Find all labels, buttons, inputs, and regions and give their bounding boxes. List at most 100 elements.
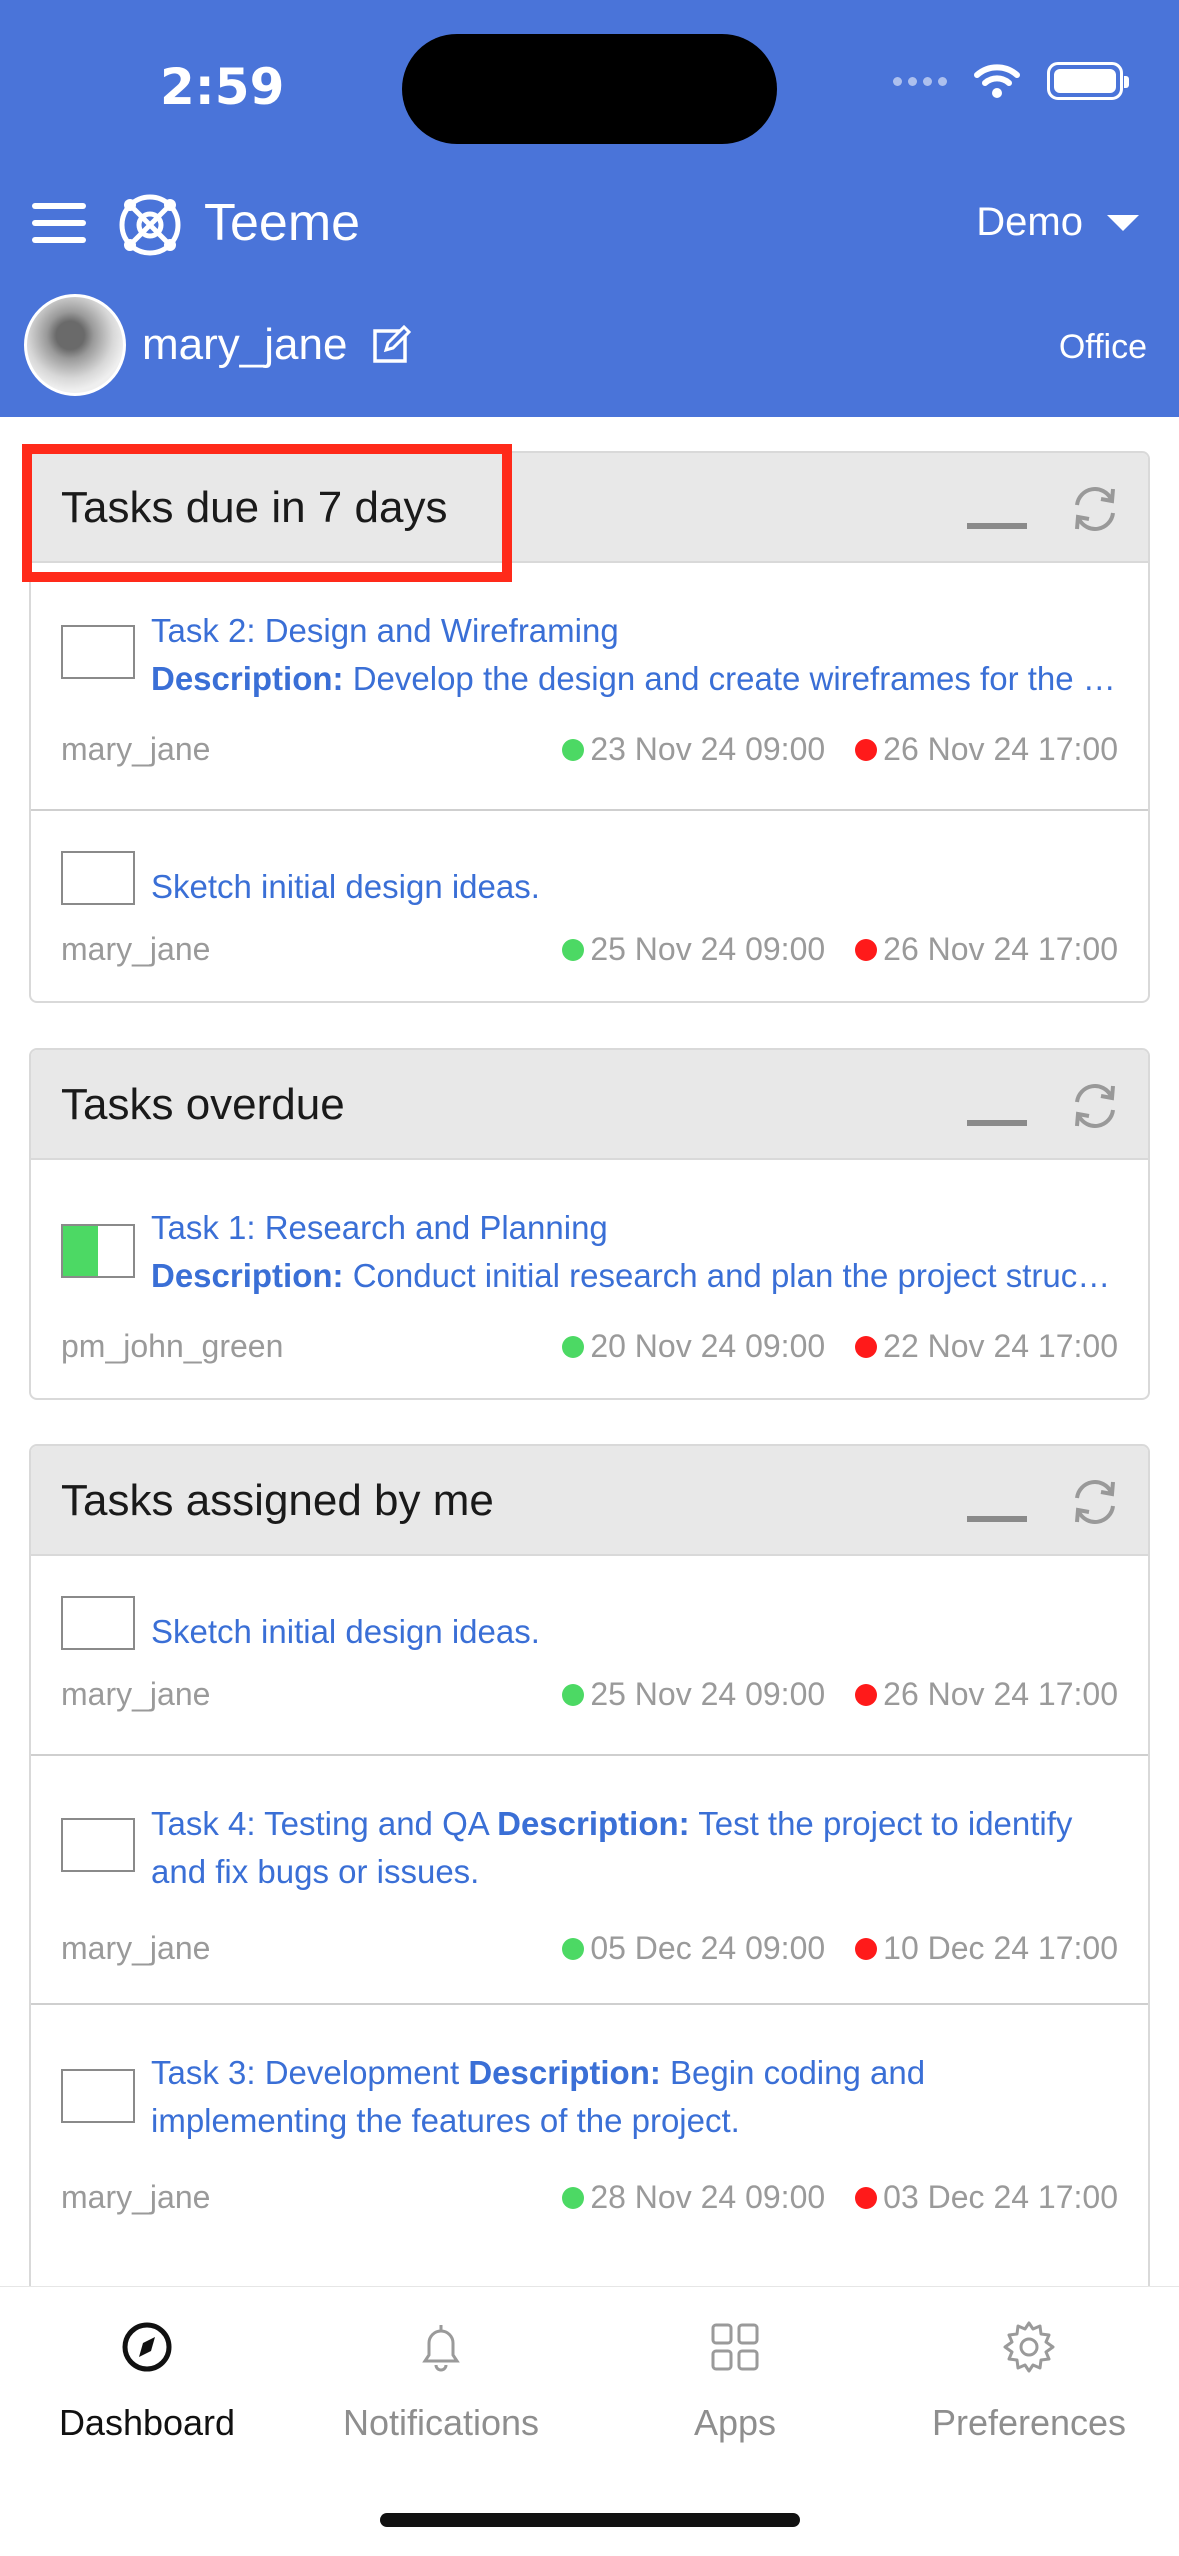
dynamic-island	[402, 34, 777, 144]
app-header: 2:59 Teeme Demo mary_jane Office	[0, 0, 1179, 417]
task-meta: mary_jane 28 Nov 24 09:00 03 Dec 24 17:0…	[61, 2179, 1118, 2216]
start-date-text: 28 Nov 24 09:00	[590, 2179, 826, 2215]
end-date: 10 Dec 24 17:00	[855, 1930, 1118, 1967]
grid-icon	[711, 2323, 759, 2371]
location-label: Office	[1058, 328, 1147, 366]
tab-label: Dashboard	[58, 2402, 236, 2443]
task-title-with-description[interactable]: Task 3: Development Description: Begin c…	[151, 2049, 1118, 2145]
chevron-down-icon	[1107, 214, 1139, 231]
start-date: 23 Nov 24 09:00	[562, 731, 825, 768]
username: mary_jane	[142, 320, 348, 369]
task-row[interactable]: Sketch initial design ideas. mary_jane 2…	[31, 811, 1148, 1001]
start-dot-icon	[562, 2186, 585, 2209]
start-date-text: 25 Nov 24 09:00	[590, 931, 826, 967]
task-description: Description: Conduct initial research an…	[151, 1252, 1118, 1300]
description-label: Description:	[468, 2054, 661, 2091]
description-text: Conduct initial research and plan the pr…	[352, 1257, 1118, 1294]
card-tasks-overdue: Tasks overdue Task 1: Research and Plann…	[29, 1048, 1150, 1400]
task-title[interactable]: Task 3: Development	[151, 2054, 459, 2091]
compass-icon	[122, 2322, 172, 2372]
task-user: mary_jane	[61, 931, 211, 967]
task-checkbox[interactable]	[61, 2069, 135, 2123]
minimize-button[interactable]	[967, 1516, 1027, 1522]
task-title[interactable]: Task 4: Testing and QA	[151, 1805, 488, 1842]
start-dot-icon	[562, 1683, 585, 1706]
task-user: mary_jane	[61, 2179, 211, 2215]
description-label: Description:	[151, 660, 344, 697]
end-date: 03 Dec 24 17:00	[855, 2179, 1118, 2216]
task-checkbox[interactable]	[61, 1596, 135, 1650]
start-date-text: 23 Nov 24 09:00	[590, 731, 826, 767]
end-date: 26 Nov 24 17:00	[855, 1676, 1118, 1713]
status-icons	[893, 62, 1129, 100]
end-date-text: 26 Nov 24 17:00	[883, 731, 1118, 767]
minimize-button[interactable]	[967, 1120, 1027, 1126]
app-title: Teeme	[204, 194, 361, 252]
tab-label: Notifications	[342, 2402, 540, 2443]
task-user: mary_jane	[61, 731, 211, 767]
tab-label: Preferences	[931, 2402, 1127, 2443]
task-title[interactable]: Sketch initial design ideas.	[151, 1608, 1118, 1656]
signal-icon	[893, 76, 947, 86]
refresh-icon[interactable]	[1069, 1476, 1121, 1528]
minimize-button[interactable]	[967, 523, 1027, 529]
end-dot-icon	[855, 1683, 878, 1706]
start-date-text: 25 Nov 24 09:00	[590, 1676, 826, 1712]
refresh-icon[interactable]	[1069, 1080, 1121, 1132]
task-user: mary_jane	[61, 1930, 211, 1966]
end-date-text: 03 Dec 24 17:00	[883, 2179, 1118, 2215]
card-title: Tasks overdue	[61, 1080, 345, 1129]
start-date: 20 Nov 24 09:00	[562, 1328, 825, 1365]
task-title[interactable]: Sketch initial design ideas.	[151, 863, 1118, 911]
end-date-text: 22 Nov 24 17:00	[883, 1328, 1118, 1364]
task-row[interactable]: Task 3: Development Description: Begin c…	[31, 2005, 1148, 2255]
tab-preferences[interactable]: Preferences	[882, 2317, 1176, 2444]
task-meta: mary_jane 25 Nov 24 09:00 26 Nov 24 17:0…	[61, 931, 1118, 968]
start-dot-icon	[562, 938, 585, 961]
task-checkbox[interactable]	[61, 1224, 135, 1278]
card-tasks-assigned: Tasks assigned by me Sketch initial desi…	[29, 1444, 1150, 2286]
menu-button[interactable]	[32, 203, 86, 243]
status-time: 2:59	[160, 58, 285, 116]
start-date: 05 Dec 24 09:00	[562, 1930, 825, 1967]
start-date-text: 20 Nov 24 09:00	[590, 1328, 826, 1364]
description-label: Description:	[151, 1257, 344, 1294]
start-dot-icon	[562, 1937, 585, 1960]
description-label: Description:	[497, 1805, 690, 1842]
task-row[interactable]: Task 2: Design and Wireframing Descripti…	[31, 563, 1148, 811]
refresh-icon[interactable]	[1069, 483, 1121, 535]
task-row[interactable]: Task 4: Testing and QA Description: Test…	[31, 1756, 1148, 2005]
task-row[interactable]: Sketch initial design ideas. mary_jane 2…	[31, 1556, 1148, 1756]
card-header: Tasks overdue	[31, 1050, 1148, 1160]
start-date: 25 Nov 24 09:00	[562, 1676, 825, 1713]
home-indicator	[380, 2513, 800, 2527]
task-checkbox[interactable]	[61, 625, 135, 679]
end-dot-icon	[855, 1937, 878, 1960]
tab-apps[interactable]: Apps	[588, 2317, 882, 2444]
workspace-dropdown[interactable]: Demo	[976, 200, 1139, 245]
tab-notifications[interactable]: Notifications	[294, 2317, 588, 2444]
task-user: pm_john_green	[61, 1328, 284, 1364]
task-title[interactable]: Task 1: Research and Planning	[151, 1204, 1118, 1252]
task-title-with-description[interactable]: Task 4: Testing and QA Description: Test…	[151, 1800, 1118, 1896]
start-date: 25 Nov 24 09:00	[562, 931, 825, 968]
task-title[interactable]: Task 2: Design and Wireframing	[151, 607, 1118, 655]
end-date-text: 10 Dec 24 17:00	[883, 1930, 1118, 1966]
task-meta: mary_jane 23 Nov 24 09:00 26 Nov 24 17:0…	[61, 731, 1118, 768]
tab-dashboard[interactable]: Dashboard	[0, 2317, 294, 2444]
start-dot-icon	[562, 738, 585, 761]
task-meta: pm_john_green 20 Nov 24 09:00 22 Nov 24 …	[61, 1328, 1118, 1365]
task-checkbox[interactable]	[61, 851, 135, 905]
start-dot-icon	[562, 1335, 585, 1358]
highlight-box	[22, 444, 512, 582]
edit-icon[interactable]	[372, 324, 412, 364]
end-date: 22 Nov 24 17:00	[855, 1328, 1118, 1365]
task-checkbox[interactable]	[61, 1818, 135, 1872]
task-description: Description: Develop the design and crea…	[151, 655, 1118, 703]
teeme-logo-icon	[119, 194, 181, 256]
task-row[interactable]: Task 1: Research and Planning Descriptio…	[31, 1160, 1148, 1398]
task-user: mary_jane	[61, 1676, 211, 1712]
avatar[interactable]	[24, 294, 126, 396]
end-date-text: 26 Nov 24 17:00	[883, 1676, 1118, 1712]
workspace-label: Demo	[976, 200, 1083, 244]
